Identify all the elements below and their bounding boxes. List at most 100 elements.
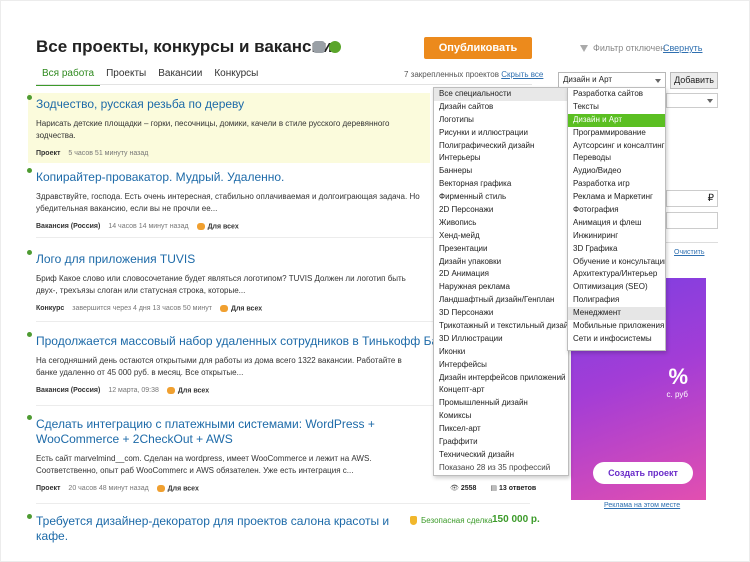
specialty-option[interactable]: Полиграфический дизайн	[434, 140, 568, 153]
project-title[interactable]: Продолжается массовый набор удаленных со…	[36, 334, 456, 349]
specialty-option[interactable]: 3D Персонажи	[434, 307, 568, 320]
category-option[interactable]: Переводы	[568, 152, 665, 165]
category-option[interactable]: Реклама и Маркетинг	[568, 191, 665, 204]
specialty-option[interactable]: 3D Иллюстрации	[434, 333, 568, 346]
cat-icon	[156, 485, 165, 492]
hide-all-link[interactable]: Скрыть все	[501, 70, 543, 79]
project-time: 5 часов 51 минуту назад	[68, 150, 149, 157]
specialty-option-all[interactable]: Все специальности	[434, 88, 568, 101]
category-option[interactable]: Оптимизация (SEO)	[568, 281, 665, 294]
specialty-option[interactable]: Технический дизайн	[434, 449, 568, 462]
specialty-option[interactable]: Пиксел-арт	[434, 423, 568, 436]
keyword-input[interactable]	[666, 212, 718, 229]
project-type: Проект	[36, 485, 61, 493]
filter-status[interactable]: Фильтр отключен	[580, 43, 665, 53]
project-category: Для всех	[219, 305, 262, 312]
shield-icon	[410, 516, 417, 525]
category-option[interactable]: Тексты	[568, 101, 665, 114]
project-category: Для всех	[196, 223, 239, 230]
tab-vacancies[interactable]: Вакансии	[152, 66, 208, 86]
project-title[interactable]: Лого для приложения TUVIS	[36, 252, 422, 267]
rss-icon[interactable]	[313, 41, 325, 53]
pin-icon	[27, 95, 32, 100]
banner-cta-button[interactable]: Создать проект	[593, 462, 693, 484]
category-option[interactable]: 3D Графика	[568, 243, 665, 256]
tab-all-work[interactable]: Вся работа	[36, 66, 101, 86]
specialty-option[interactable]: Интерьеры	[434, 152, 568, 165]
specialty-option[interactable]: Баннеры	[434, 165, 568, 178]
divider	[36, 503, 530, 504]
pin-icon	[27, 514, 32, 519]
specialty-option[interactable]: Промышленный дизайн	[434, 397, 568, 410]
project-item: Продолжается массовый набор удаленных со…	[27, 330, 450, 394]
project-title[interactable]: Копирайтер-провакатор. Мудрый. Удаленно.	[36, 170, 422, 185]
category-option[interactable]: Разработка сайтов	[568, 88, 665, 101]
specialty-shown-note: Показано 28 из 35 профессий	[439, 462, 551, 472]
specialty-option[interactable]: Хенд-мейд	[434, 230, 568, 243]
project-stats: 👁 2558 ▤ 13 ответов	[450, 484, 536, 492]
specialty-option[interactable]: Логотипы	[434, 114, 568, 127]
category-select[interactable]: Дизайн и Арт	[558, 72, 666, 88]
tab-projects[interactable]: Проекты	[100, 66, 152, 86]
specialty-option[interactable]: Граффити	[434, 436, 568, 449]
pinned-count: 7 закрепленных проектов	[404, 70, 499, 79]
collapse-link[interactable]: Свернуть	[663, 43, 702, 53]
project-title[interactable]: Требуется дизайнер-декоратор для проекто…	[36, 514, 400, 544]
specialty-option[interactable]: 2D Анимация	[434, 268, 568, 281]
categories-dropdown: Разработка сайтов Тексты Дизайн и Арт Прогр…	[567, 87, 666, 351]
project-meta: Вакансия (Россия) 14 часов 14 минут наза…	[36, 223, 422, 230]
project-type: Конкурс	[36, 305, 65, 313]
specialty-option[interactable]: Интерфейсы	[434, 359, 568, 372]
specialty-option[interactable]: Дизайн упаковки	[434, 256, 568, 269]
specialty-option[interactable]: Рисунки и иллюстрации	[434, 127, 568, 140]
project-item: Зодчество, русская резьба по дереву Нари…	[27, 93, 430, 163]
ad-placement-link[interactable]: Реклама на этом месте	[604, 502, 680, 509]
project-desc: Бриф Какое слово или словосочетание буде…	[36, 274, 406, 295]
views-count: 👁 2558	[450, 485, 477, 492]
specialty-option[interactable]: Комиксы	[434, 410, 568, 423]
project-title[interactable]: Зодчество, русская резьба по дереву	[36, 97, 422, 112]
category-option[interactable]: Мобильные приложения	[568, 320, 665, 333]
specialty-option[interactable]: Векторная графика	[434, 178, 568, 191]
project-desc: На сегодняшний день остаются открытыми д…	[36, 356, 402, 377]
subcategory-select[interactable]	[666, 93, 718, 108]
specialty-option[interactable]: Трикотажный и текстильный дизайн	[434, 320, 568, 333]
subscribe-icon[interactable]	[329, 41, 341, 53]
publish-task-button[interactable]: Опубликовать задание	[424, 37, 532, 76]
project-desc: Нарисать детские площадки – горки, песоч…	[36, 119, 390, 140]
tab-contests[interactable]: Конкурсы	[208, 66, 264, 86]
category-option[interactable]: Анимация и флеш	[568, 217, 665, 230]
answers-count: ▤ 13 ответов	[490, 485, 537, 492]
category-option[interactable]: Сети и инфосистемы	[568, 333, 665, 346]
filter-status-text: Фильтр отключен	[593, 43, 666, 53]
category-option[interactable]: Обучение и консультации	[568, 256, 665, 269]
category-option[interactable]: Дизайн и Арт	[568, 113, 665, 127]
project-title[interactable]: Сделать интеграцию с платежными системам…	[36, 417, 446, 447]
category-option[interactable]: Архитектура/Интерьер	[568, 268, 665, 281]
specialty-option[interactable]: Наружная реклама	[434, 281, 568, 294]
specialty-option[interactable]: Дизайн сайтов	[434, 101, 568, 114]
clear-link[interactable]: Очистить	[674, 249, 704, 256]
category-option[interactable]: Инжиниринг	[568, 230, 665, 243]
category-option[interactable]: Менеджмент	[568, 307, 665, 321]
project-price: 150 000 р.	[492, 514, 540, 525]
specialty-option[interactable]: Иконки	[434, 346, 568, 359]
category-option[interactable]: Аутсорсинг и консалтинг	[568, 140, 665, 153]
category-option[interactable]: Аудио/Видео	[568, 165, 665, 178]
specialty-option[interactable]: Презентации	[434, 243, 568, 256]
safe-deal-badge: Безопасная сделка	[410, 516, 492, 525]
category-option[interactable]: Разработка игр	[568, 178, 665, 191]
specialty-option[interactable]: Живопись	[434, 217, 568, 230]
specialty-option[interactable]: 2D Персонажи	[434, 204, 568, 217]
specialty-option[interactable]: Концепт-арт	[434, 384, 568, 397]
specialty-option[interactable]: Ландшафтный дизайн/Генплан	[434, 294, 568, 307]
project-type: Проект	[36, 150, 61, 157]
budget-input[interactable]: ₽	[666, 190, 718, 207]
specialty-option[interactable]: Дизайн интерфейсов приложений	[434, 372, 568, 385]
category-option[interactable]: Фотография	[568, 204, 665, 217]
specialty-option[interactable]: Фирменный стиль	[434, 191, 568, 204]
add-button[interactable]: Добавить	[670, 72, 718, 89]
category-option[interactable]: Полиграфия	[568, 294, 665, 307]
project-meta: Проект 20 часов 48 минут назад Для всех	[36, 485, 422, 492]
category-option[interactable]: Программирование	[568, 127, 665, 140]
